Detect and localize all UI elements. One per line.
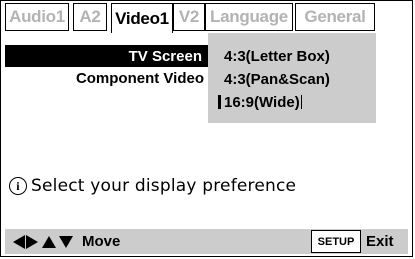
- move-label: Move: [82, 233, 121, 250]
- info-icon: i: [9, 177, 27, 195]
- tab-general[interactable]: General: [295, 3, 375, 31]
- dvd-setup-screen: Audio1 A2 Video1 V2 Language General TV …: [0, 0, 413, 257]
- tab-video1[interactable]: Video1: [111, 3, 173, 33]
- exit-label: Exit: [366, 233, 394, 250]
- option-letter-box[interactable]: 4:3(Letter Box): [224, 45, 330, 67]
- left-arrow-icon: [13, 234, 25, 249]
- text-cursor: [300, 95, 302, 109]
- menu-item-tv-screen[interactable]: TV Screen: [5, 45, 208, 67]
- menu-list: TV Screen Component Video: [5, 33, 208, 183]
- down-arrow-icon: [59, 235, 73, 248]
- options-panel: 4:3(Letter Box) 4:3(Pan&Scan) 16:9(Wide): [208, 33, 376, 123]
- info-line: i Select your display preference: [9, 176, 296, 196]
- footer-bar: Move SETUP Exit: [5, 229, 408, 254]
- arrow-keys: [11, 234, 74, 249]
- tab-a2[interactable]: A2: [73, 3, 107, 31]
- option-pan-scan[interactable]: 4:3(Pan&Scan): [224, 68, 330, 90]
- tab-language[interactable]: Language: [205, 3, 293, 31]
- tab-audio1[interactable]: Audio1: [5, 3, 69, 31]
- info-text: Select your display preference: [31, 176, 297, 196]
- option-label: 4:3(Pan&Scan): [224, 70, 330, 88]
- tab-v2[interactable]: V2: [173, 3, 205, 31]
- setup-button[interactable]: SETUP: [311, 230, 361, 253]
- option-label: 16:9(Wide): [224, 93, 300, 111]
- menu-item-component-video[interactable]: Component Video: [76, 67, 204, 89]
- option-wide[interactable]: 16:9(Wide): [224, 91, 302, 113]
- option-label: 4:3(Letter Box): [224, 47, 330, 65]
- up-arrow-icon: [42, 235, 56, 248]
- right-arrow-icon: [26, 234, 38, 249]
